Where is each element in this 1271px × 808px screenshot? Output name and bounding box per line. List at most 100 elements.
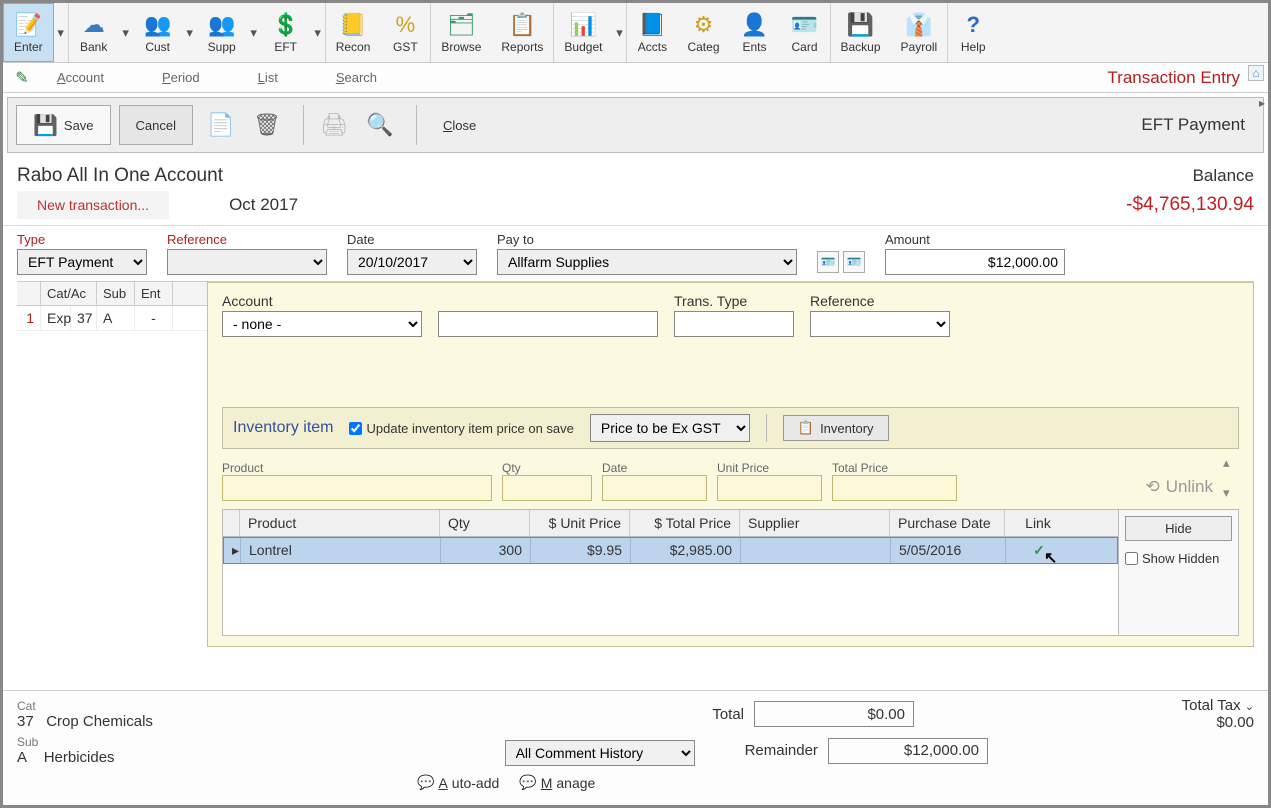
footer-cat-name: Crop Chemicals xyxy=(46,713,153,730)
card-link-icon[interactable]: 🪪 xyxy=(817,251,839,273)
home-icon[interactable]: ⌂ xyxy=(1248,65,1264,81)
inventory-icon: 📋 xyxy=(798,420,814,436)
bank-icon: ☁ xyxy=(83,12,105,38)
footer-sub-label: Sub xyxy=(17,735,47,749)
menu-account[interactable]: Account xyxy=(43,66,118,89)
categ-button[interactable]: ⚙Categ xyxy=(677,3,729,62)
inv-qty-input[interactable] xyxy=(502,475,592,501)
accts-icon: 📘 xyxy=(639,12,666,38)
eft-dropdown[interactable]: ▾ xyxy=(311,3,325,62)
gst-icon: % xyxy=(396,12,416,38)
payroll-button[interactable]: 👔Payroll xyxy=(891,3,948,62)
menu-search[interactable]: Search xyxy=(322,66,391,89)
save-label: Save xyxy=(64,118,94,133)
cust-dropdown[interactable]: ▾ xyxy=(183,3,197,62)
categ-label: Categ xyxy=(687,40,719,54)
inv-table-row[interactable]: ▸ Lontrel 300 $9.95 $2,985.00 5/05/2016 … xyxy=(223,537,1118,564)
total-value: $0.00 xyxy=(754,701,914,727)
cust-button[interactable]: 👥Cust xyxy=(133,3,183,62)
autoadd-link[interactable]: 💬Auto-add xyxy=(417,774,499,791)
copy-button[interactable]: 📄 xyxy=(201,105,241,145)
period-display: Oct 2017 xyxy=(229,195,298,215)
supp-dropdown[interactable]: ▾ xyxy=(247,3,261,62)
type-select[interactable]: EFT Payment xyxy=(17,249,147,275)
browse-button[interactable]: 🗂Browse xyxy=(431,3,491,62)
reference-select[interactable] xyxy=(167,249,327,275)
new-transaction-tab[interactable]: New transaction... xyxy=(17,191,169,219)
cell-totalprice: $2,985.00 xyxy=(631,538,741,563)
scroll-down-icon[interactable]: ▾ xyxy=(1223,485,1239,501)
payto-select[interactable]: Allfarm Supplies xyxy=(497,249,797,275)
hide-button[interactable]: Hide xyxy=(1125,516,1232,541)
scroll-up-icon[interactable]: ▴ xyxy=(1223,455,1239,471)
backup-icon: 💾 xyxy=(847,12,874,38)
bank-dropdown[interactable]: ▾ xyxy=(119,3,133,62)
detail-reference-select[interactable] xyxy=(810,311,950,337)
inventory-header: Inventory item Update inventory item pri… xyxy=(222,407,1239,449)
th-product: Product xyxy=(240,510,440,536)
manage-link[interactable]: 💬Manage xyxy=(519,774,595,791)
accts-label: Accts xyxy=(638,40,667,54)
th-unitprice: $ Unit Price xyxy=(530,510,630,536)
inv-unitprice-input[interactable] xyxy=(717,475,822,501)
print-button: 🖨 xyxy=(314,105,354,145)
comment-history-select[interactable]: All Comment History xyxy=(505,740,695,766)
recon-button[interactable]: 📒Recon xyxy=(326,3,381,62)
enter-button[interactable]: 📝Enter xyxy=(3,3,54,62)
unlink-button[interactable]: ⟲Unlink xyxy=(1146,477,1214,501)
delete-button[interactable]: 🗑 xyxy=(247,105,287,145)
footer: Cat 37 Crop Chemicals Total $0.00 Total … xyxy=(3,690,1268,805)
ribbon-toolbar: 📝Enter ▾ ☁Bank ▾ 👥Cust ▾ 👥Supp ▾ 💲EFT ▾ … xyxy=(3,3,1268,63)
menu-list[interactable]: List xyxy=(244,66,292,89)
cust-label: Cust xyxy=(145,40,170,54)
detail-account-value[interactable] xyxy=(438,311,658,337)
eft-icon: 💲 xyxy=(272,12,299,38)
budget-button[interactable]: 📊Budget xyxy=(554,3,612,62)
budget-dropdown[interactable]: ▾ xyxy=(612,3,626,62)
collapse-arrow-icon[interactable]: ▸ xyxy=(1259,96,1265,110)
reports-button[interactable]: 📋Reports xyxy=(491,3,553,62)
update-price-checkbox[interactable]: Update inventory item price on save xyxy=(349,421,573,436)
backup-button[interactable]: 💾Backup xyxy=(831,3,891,62)
eft-button[interactable]: 💲EFT xyxy=(261,3,311,62)
card-add-icon[interactable]: 🪪 xyxy=(843,251,865,273)
inv-date-input[interactable] xyxy=(602,475,707,501)
price-mode-select[interactable]: Price to be Ex GST xyxy=(590,414,750,442)
recon-icon: 📒 xyxy=(339,12,366,38)
inv-totalprice-input[interactable] xyxy=(832,475,957,501)
menu-period[interactable]: Period xyxy=(148,66,214,89)
date-input[interactable]: 20/10/2017 xyxy=(347,249,477,275)
accts-button[interactable]: 📘 Accts xyxy=(627,3,677,62)
gst-button[interactable]: %GST xyxy=(380,3,430,62)
card-label: Card xyxy=(791,40,817,54)
card-button[interactable]: 🪪 Card xyxy=(780,3,830,62)
chevron-down-icon[interactable]: ⌄ xyxy=(1245,701,1254,713)
cell-product: Lontrel xyxy=(241,538,441,563)
supp-icon: 👥 xyxy=(208,12,235,38)
help-button[interactable]: ?Help xyxy=(948,3,998,62)
detail-account-select[interactable]: - none - xyxy=(222,311,422,337)
detail-transtype-input[interactable] xyxy=(674,311,794,337)
inv-date-label: Date xyxy=(602,461,707,475)
inventory-button[interactable]: 📋Inventory xyxy=(783,415,889,441)
search-button: 🔍 xyxy=(360,105,400,145)
unlink-icon: ⟲ xyxy=(1146,477,1160,497)
show-hidden-checkbox[interactable]: Show Hidden xyxy=(1125,551,1232,566)
close-button[interactable]: Close xyxy=(427,110,492,141)
footer-cat-label: Cat xyxy=(17,699,47,713)
bank-button[interactable]: ☁Bank xyxy=(69,3,119,62)
cancel-button[interactable]: Cancel xyxy=(119,105,193,145)
ents-button[interactable]: 👤Ents xyxy=(730,3,780,62)
enter-dropdown[interactable]: ▾ xyxy=(54,3,68,62)
supp-button[interactable]: 👥Supp xyxy=(197,3,247,62)
date-label: Date xyxy=(347,232,477,247)
inv-product-input[interactable] xyxy=(222,475,492,501)
card-icon: 🪪 xyxy=(791,12,818,38)
inventory-title: Inventory item xyxy=(233,419,333,437)
amount-input[interactable] xyxy=(885,249,1065,275)
line-grid: Cat/Ac Sub Ent % Clm 1 Exp 37 A - 100.00… xyxy=(17,281,1254,671)
save-button[interactable]: 💾Save xyxy=(16,105,111,145)
edit-icon[interactable]: ✎ xyxy=(11,67,33,89)
cell-link[interactable]: ✓↖ xyxy=(1006,538,1072,563)
payto-label: Pay to xyxy=(497,232,797,247)
